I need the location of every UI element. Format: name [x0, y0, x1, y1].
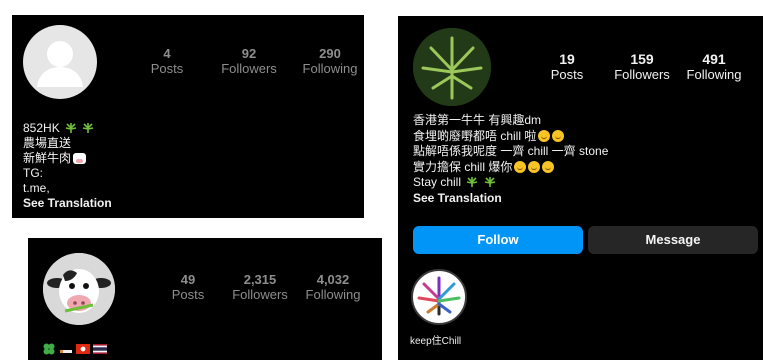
bio: 852HK 農場直送 新鮮牛肉 TG: t.me, See Translatio…	[23, 121, 112, 211]
grinning-face-icon	[514, 160, 527, 173]
profile-panel-b: 49 Posts 2,315 Followers 4,032 Following	[28, 238, 382, 360]
message-button[interactable]: Message	[588, 226, 758, 254]
stats-row: 19 Posts 159 Followers 491 Following	[548, 51, 746, 82]
bio-line: 852HK	[23, 121, 112, 136]
followers-stat[interactable]: 92 Followers	[210, 46, 288, 76]
bio-line: TG:	[23, 166, 43, 180]
followers-label: Followers	[232, 287, 288, 302]
bio-line: 農場直送	[23, 136, 72, 150]
bio-link[interactable]: t.me,	[23, 181, 112, 196]
story-highlight[interactable]	[411, 269, 467, 325]
bio-line: 新鮮牛肉	[23, 151, 112, 166]
posts-stat[interactable]: 4 Posts	[144, 46, 190, 76]
following-stat[interactable]: 4,032 Following	[300, 272, 366, 302]
see-translation-link[interactable]: See Translation	[413, 191, 608, 207]
highlight-label: keep住Chill	[410, 336, 462, 347]
followers-label: Followers	[221, 61, 277, 76]
followers-stat[interactable]: 2,315 Followers	[230, 272, 290, 302]
following-stat[interactable]: 290 Following	[294, 46, 364, 76]
following-label: Following	[305, 287, 361, 302]
cow-face-icon	[43, 253, 115, 325]
followers-label: Followers	[614, 67, 670, 82]
posts-stat[interactable]: 19 Posts	[548, 51, 586, 82]
bio-line: 點解唔係我呢度 一齊 chill 一齊 stone	[413, 144, 609, 158]
bio-line: 食埋啲廢嘢都唔 chill 啦	[413, 129, 608, 145]
following-count: 290	[319, 46, 341, 61]
bio-line: Stay chill	[413, 175, 608, 191]
stats-row: 4 Posts 92 Followers 290 Following	[144, 46, 364, 76]
following-label: Following	[686, 67, 742, 82]
cigarette-icon	[60, 350, 72, 353]
following-count: 491	[702, 51, 726, 67]
following-label: Following	[302, 61, 358, 76]
bio-line: 香港第一牛牛 有興趣dm	[413, 113, 542, 127]
posts-label: Posts	[550, 67, 584, 82]
posts-count: 4	[163, 46, 171, 61]
stats-row: 49 Posts 2,315 Followers 4,032 Following	[168, 272, 366, 302]
grinning-face-icon	[542, 160, 555, 173]
cow-avatar[interactable]	[43, 253, 115, 325]
see-translation-link[interactable]: See Translation	[23, 196, 112, 211]
posts-label: Posts	[150, 61, 184, 76]
leaf-icon	[467, 177, 478, 187]
bio-line: 實力擔保 chill 爆你	[413, 160, 608, 176]
flag-th-icon	[93, 344, 107, 354]
user-silhouette-icon	[37, 41, 83, 87]
clover-icon	[43, 343, 55, 355]
followers-count: 159	[630, 51, 654, 67]
cannabis-avatar[interactable]	[413, 28, 491, 106]
leaf-icon	[65, 123, 77, 133]
emoji-bio-line	[42, 342, 107, 356]
following-stat[interactable]: 491 Following	[682, 51, 746, 82]
cannabis-plant-icon	[413, 28, 491, 106]
profile-panel-c: 19 Posts 159 Followers 491 Following 香港第…	[398, 16, 763, 360]
highlight-cover	[416, 274, 462, 320]
posts-stat[interactable]: 49 Posts	[168, 272, 208, 302]
followers-count: 92	[241, 46, 257, 61]
bio: 香港第一牛牛 有興趣dm 食埋啲廢嘢都唔 chill 啦 點解唔係我呢度 一齊 …	[413, 113, 608, 206]
followers-count: 2,315	[243, 272, 277, 287]
grinning-face-icon	[552, 129, 565, 142]
grinning-face-icon	[528, 160, 541, 173]
profile-panel-a: 4 Posts 92 Followers 290 Following 852HK…	[12, 15, 364, 218]
leaf-icon	[484, 177, 495, 187]
flag-hk-icon	[76, 344, 90, 354]
default-avatar[interactable]	[23, 25, 97, 99]
follow-button[interactable]: Follow	[413, 226, 583, 254]
cow-face-icon	[73, 153, 87, 164]
posts-count: 49	[180, 272, 196, 287]
posts-count: 19	[559, 51, 575, 67]
leaf-icon	[83, 123, 94, 133]
cannabis-leaf-icon	[417, 276, 461, 316]
grinning-face-icon	[538, 129, 551, 142]
following-count: 4,032	[316, 272, 350, 287]
followers-stat[interactable]: 159 Followers	[608, 51, 676, 82]
posts-label: Posts	[171, 287, 205, 302]
